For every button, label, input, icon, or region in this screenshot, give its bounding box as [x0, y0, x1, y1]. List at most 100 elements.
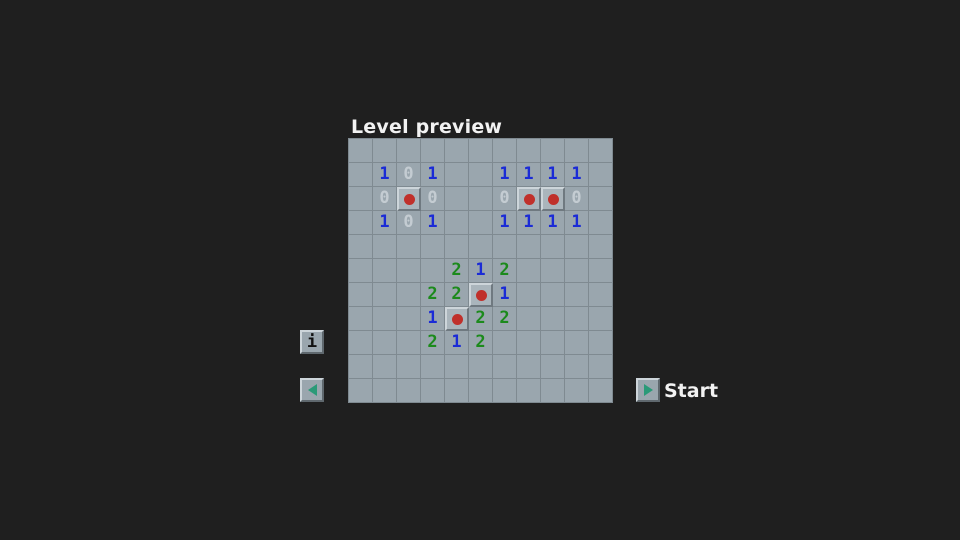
board-cell[interactable] [589, 355, 613, 379]
board-cell[interactable] [565, 307, 589, 331]
start-button[interactable] [636, 378, 660, 402]
board-cell[interactable] [349, 355, 373, 379]
board-cell[interactable] [445, 139, 469, 163]
board-cell[interactable] [445, 187, 469, 211]
number-cell[interactable]: 1 [541, 163, 565, 187]
board-cell[interactable] [517, 355, 541, 379]
board-cell[interactable] [493, 379, 517, 403]
mine-cell[interactable] [541, 187, 565, 211]
number-cell[interactable]: 1 [469, 259, 493, 283]
board-cell[interactable] [373, 235, 397, 259]
board-cell[interactable] [589, 307, 613, 331]
number-cell[interactable]: 0 [397, 211, 421, 235]
board-cell[interactable] [517, 307, 541, 331]
board-cell[interactable] [445, 379, 469, 403]
start-label[interactable]: Start [664, 378, 718, 404]
board-cell[interactable] [589, 163, 613, 187]
board-cell[interactable] [469, 355, 493, 379]
board-cell[interactable] [421, 355, 445, 379]
board-cell[interactable] [349, 211, 373, 235]
number-cell[interactable]: 0 [565, 187, 589, 211]
board-cell[interactable] [397, 355, 421, 379]
board-cell[interactable] [445, 211, 469, 235]
number-cell[interactable]: 1 [517, 163, 541, 187]
board-cell[interactable] [349, 283, 373, 307]
board-cell[interactable] [517, 283, 541, 307]
board-cell[interactable] [541, 355, 565, 379]
board-cell[interactable] [541, 235, 565, 259]
board-cell[interactable] [349, 187, 373, 211]
board-cell[interactable] [541, 139, 565, 163]
number-cell[interactable]: 1 [493, 211, 517, 235]
board-cell[interactable] [469, 379, 493, 403]
board-cell[interactable] [349, 235, 373, 259]
mine-cell[interactable] [397, 187, 421, 211]
board-cell[interactable] [373, 355, 397, 379]
board-cell[interactable] [397, 235, 421, 259]
board-cell[interactable] [373, 283, 397, 307]
number-cell[interactable]: 2 [469, 307, 493, 331]
board-cell[interactable] [565, 235, 589, 259]
board-cell[interactable] [397, 331, 421, 355]
number-cell[interactable]: 0 [493, 187, 517, 211]
board-cell[interactable] [565, 139, 589, 163]
mine-cell[interactable] [517, 187, 541, 211]
board-cell[interactable] [517, 379, 541, 403]
number-cell[interactable]: 2 [469, 331, 493, 355]
board-cell[interactable] [469, 235, 493, 259]
number-cell[interactable]: 2 [445, 259, 469, 283]
board-cell[interactable] [493, 235, 517, 259]
board-cell[interactable] [373, 139, 397, 163]
board-cell[interactable] [541, 331, 565, 355]
board-cell[interactable] [397, 283, 421, 307]
board-cell[interactable] [349, 163, 373, 187]
board-cell[interactable] [541, 259, 565, 283]
number-cell[interactable]: 2 [493, 259, 517, 283]
number-cell[interactable]: 1 [493, 163, 517, 187]
board-cell[interactable] [349, 139, 373, 163]
board-cell[interactable] [589, 259, 613, 283]
board-cell[interactable] [493, 331, 517, 355]
board-cell[interactable] [397, 379, 421, 403]
info-button[interactable]: i [300, 330, 324, 354]
board-cell[interactable] [565, 379, 589, 403]
number-cell[interactable]: 1 [445, 331, 469, 355]
number-cell[interactable]: 0 [421, 187, 445, 211]
board-cell[interactable] [493, 355, 517, 379]
board-cell[interactable] [517, 235, 541, 259]
board-cell[interactable] [469, 187, 493, 211]
board-cell[interactable] [565, 283, 589, 307]
board-cell[interactable] [445, 163, 469, 187]
board-cell[interactable] [589, 331, 613, 355]
board-cell[interactable] [397, 259, 421, 283]
board-cell[interactable] [493, 139, 517, 163]
number-cell[interactable]: 2 [493, 307, 517, 331]
board-cell[interactable] [469, 139, 493, 163]
board-cell[interactable] [589, 187, 613, 211]
number-cell[interactable]: 1 [517, 211, 541, 235]
previous-level-button[interactable] [300, 378, 324, 402]
number-cell[interactable]: 2 [421, 331, 445, 355]
board-cell[interactable] [349, 307, 373, 331]
board-cell[interactable] [373, 379, 397, 403]
number-cell[interactable]: 1 [421, 163, 445, 187]
number-cell[interactable]: 1 [373, 163, 397, 187]
number-cell[interactable]: 2 [421, 283, 445, 307]
board-cell[interactable] [397, 139, 421, 163]
board-cell[interactable] [445, 355, 469, 379]
number-cell[interactable]: 1 [565, 211, 589, 235]
number-cell[interactable]: 1 [493, 283, 517, 307]
board-cell[interactable] [469, 211, 493, 235]
board-cell[interactable] [421, 259, 445, 283]
number-cell[interactable]: 1 [541, 211, 565, 235]
number-cell[interactable]: 1 [565, 163, 589, 187]
board-cell[interactable] [589, 379, 613, 403]
board-cell[interactable] [349, 379, 373, 403]
number-cell[interactable]: 1 [373, 211, 397, 235]
board-cell[interactable] [517, 139, 541, 163]
board-cell[interactable] [445, 235, 469, 259]
number-cell[interactable]: 2 [445, 283, 469, 307]
board-cell[interactable] [517, 259, 541, 283]
board-cell[interactable] [565, 259, 589, 283]
board-cell[interactable] [589, 211, 613, 235]
